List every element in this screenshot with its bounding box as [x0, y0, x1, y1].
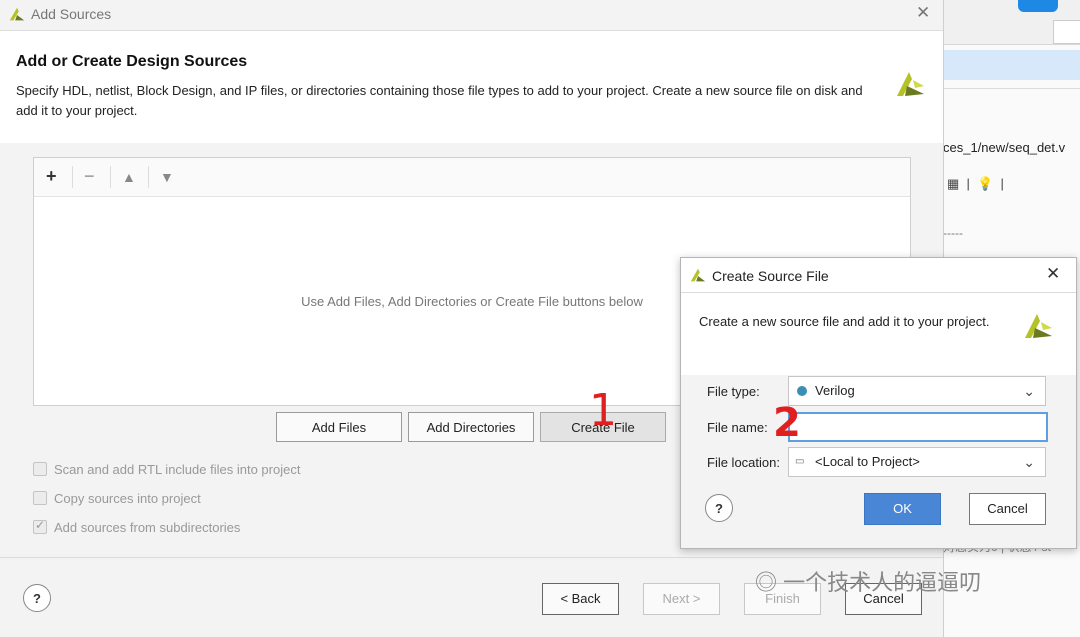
move-up-icon[interactable]: ▲ [122, 169, 136, 185]
verilog-icon [797, 386, 807, 396]
chevron-down-icon: ⌄ [1023, 454, 1035, 470]
add-subdirectories-label: Add sources from subdirectories [54, 520, 241, 535]
create-source-file-dialog: Create Source File ✕ Create a new source… [680, 257, 1077, 549]
folder-icon: ▭ [795, 456, 805, 467]
toolbar-separator [148, 166, 149, 188]
remove-icon[interactable]: − [84, 166, 95, 187]
wechat-icon: ◎ [755, 570, 778, 595]
divider [0, 557, 943, 558]
bg-code-line: ----- [943, 226, 963, 240]
cloud-icon [1018, 0, 1058, 12]
ok-button[interactable]: OK [864, 493, 941, 525]
bg-layout-button[interactable] [1053, 20, 1080, 44]
csf-header-panel [681, 293, 1076, 375]
file-location-value: <Local to Project> [815, 454, 920, 469]
chevron-down-icon: ⌄ [1023, 383, 1035, 399]
annotation-number-2: 2 [773, 400, 801, 446]
file-type-label: File type: [707, 384, 760, 399]
watermark: ◎ 一个技术人的逼逼叨 [755, 565, 981, 597]
window-title: Add Sources [31, 6, 112, 22]
copy-sources-checkbox[interactable] [33, 491, 47, 505]
bg-toolbar [943, 0, 1080, 45]
toolbar-separator [110, 166, 111, 188]
csf-title-bar: Create Source File ✕ [681, 258, 1076, 293]
page-title: Add or Create Design Sources [16, 53, 248, 70]
file-type-select[interactable]: Verilog ⌄ [788, 376, 1046, 406]
watermark-text: 一个技术人的逼逼叨 [783, 570, 982, 595]
csf-title: Create Source File [712, 268, 829, 284]
add-subdirectories-checkbox[interactable] [33, 518, 47, 534]
file-type-value: Verilog [815, 383, 855, 398]
table-icon[interactable]: ▦ [947, 176, 959, 191]
help-button[interactable]: ? [23, 584, 51, 612]
vivado-logo-icon [9, 7, 25, 21]
bg-file-path: ces_1/new/seq_det.v [943, 140, 1066, 155]
help-button[interactable]: ? [705, 494, 733, 522]
file-location-select[interactable]: ▭ <Local to Project> ⌄ [788, 447, 1046, 477]
vivado-logo-icon [1025, 314, 1052, 338]
add-icon[interactable]: + [46, 166, 57, 187]
add-directories-button[interactable]: Add Directories [408, 412, 534, 442]
divider [943, 88, 1080, 89]
cancel-button[interactable]: Cancel [969, 493, 1046, 525]
file-location-label: File location: [707, 455, 780, 470]
csf-description: Create a new source file and add it to y… [699, 314, 990, 329]
bg-editor-toolbar: ▦ | 💡 | [947, 176, 1004, 191]
add-files-button[interactable]: Add Files [276, 412, 402, 442]
annotation-number-1: 1 [589, 385, 617, 436]
toolbar-separator [72, 166, 73, 188]
title-bar: Add Sources ✕ [0, 0, 943, 31]
bg-selected-row [943, 50, 1080, 80]
file-name-label: File name: [707, 420, 768, 435]
back-button[interactable]: < Back [542, 583, 619, 615]
move-down-icon[interactable]: ▼ [160, 169, 174, 185]
scan-rtl-label: Scan and add RTL include files into proj… [54, 462, 301, 477]
copy-sources-label: Copy sources into project [54, 491, 201, 506]
close-icon[interactable]: ✕ [1046, 264, 1060, 284]
list-toolbar: + − ▲ ▼ [34, 158, 910, 197]
lightbulb-icon[interactable]: 💡 [977, 176, 993, 191]
close-icon[interactable]: ✕ [916, 3, 930, 23]
next-button[interactable]: Next > [643, 583, 720, 615]
scan-rtl-checkbox[interactable] [33, 462, 47, 476]
vivado-logo-icon [897, 72, 924, 96]
file-name-input[interactable] [788, 412, 1048, 442]
vivado-logo-icon [690, 268, 706, 282]
page-description: Specify HDL, netlist, Block Design, and … [16, 83, 863, 118]
